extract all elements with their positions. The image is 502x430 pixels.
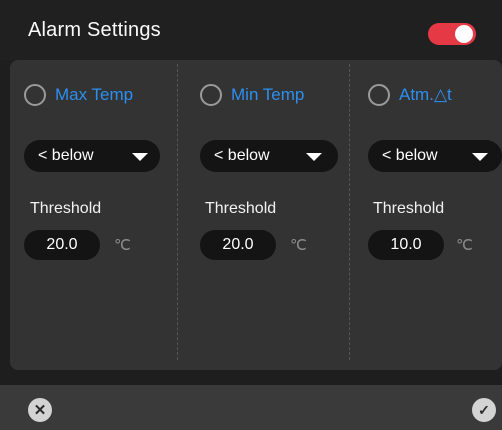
toggle-knob xyxy=(455,25,473,43)
cancel-button[interactable]: ✕ xyxy=(28,398,52,422)
atm-delta-column: Atm.△t < below Threshold 10.0 ℃ xyxy=(350,60,502,370)
unit-label: ℃ xyxy=(114,237,131,254)
footer-bar: ✕ ✓ xyxy=(0,385,502,430)
atm-delta-option[interactable]: Atm.△t xyxy=(368,84,452,106)
threshold-label: Threshold xyxy=(373,200,445,217)
header-bar: Alarm Settings xyxy=(0,0,502,60)
max-temp-column: Max Temp < below Threshold 20.0 ℃ xyxy=(10,60,178,370)
radio-button[interactable] xyxy=(368,84,390,106)
dropdown-value: < below xyxy=(38,147,94,164)
max-temp-option[interactable]: Max Temp xyxy=(24,84,133,106)
option-label: Atm.△t xyxy=(399,85,452,104)
unit-label: ℃ xyxy=(290,237,307,254)
threshold-label: Threshold xyxy=(205,200,277,217)
threshold-input[interactable]: 20.0 xyxy=(24,230,100,260)
check-icon: ✓ xyxy=(478,401,490,418)
chevron-down-icon xyxy=(472,153,488,161)
condition-dropdown[interactable]: < below xyxy=(24,140,160,172)
option-label: Max Temp xyxy=(55,85,134,104)
alarm-toggle[interactable] xyxy=(428,23,476,45)
radio-button[interactable] xyxy=(24,84,46,106)
settings-panel: Max Temp < below Threshold 20.0 ℃ Min Te… xyxy=(10,60,502,370)
threshold-label: Threshold xyxy=(30,200,102,217)
min-temp-column: Min Temp < below Threshold 20.0 ℃ xyxy=(178,60,350,370)
close-icon: ✕ xyxy=(33,402,47,419)
chevron-down-icon xyxy=(306,153,322,161)
radio-button[interactable] xyxy=(200,84,222,106)
min-temp-option[interactable]: Min Temp xyxy=(200,84,304,106)
condition-dropdown[interactable]: < below xyxy=(368,140,502,172)
chevron-down-icon xyxy=(132,153,148,161)
condition-dropdown[interactable]: < below xyxy=(200,140,338,172)
unit-label: ℃ xyxy=(456,237,473,254)
page-title: Alarm Settings xyxy=(28,19,161,41)
dropdown-value: < below xyxy=(214,147,270,164)
option-label: Min Temp xyxy=(231,85,305,104)
dropdown-value: < below xyxy=(382,147,438,164)
confirm-button[interactable]: ✓ xyxy=(472,398,496,422)
threshold-input[interactable]: 20.0 xyxy=(200,230,276,260)
threshold-input[interactable]: 10.0 xyxy=(368,230,444,260)
